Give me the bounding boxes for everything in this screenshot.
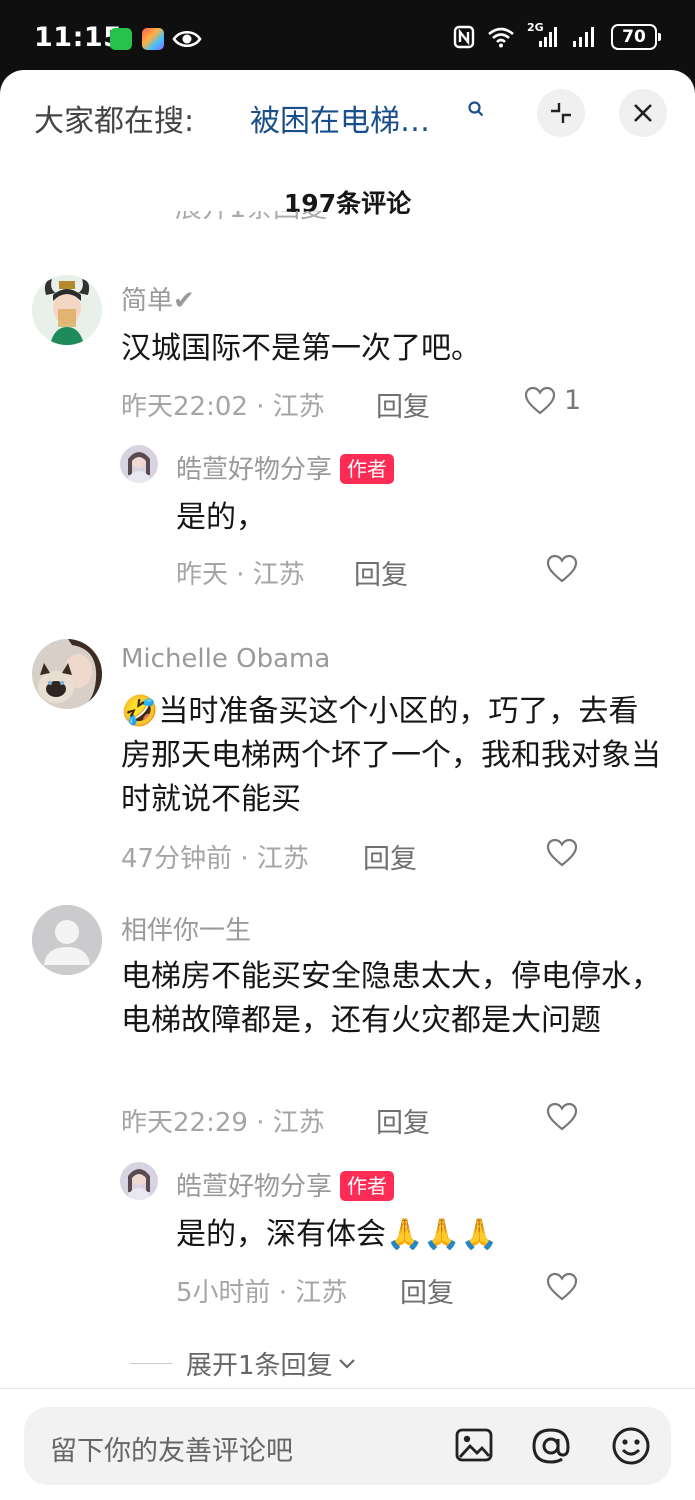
- avatar[interactable]: [32, 275, 102, 345]
- like-button[interactable]: 1: [524, 385, 581, 416]
- expand-replies-button[interactable]: 展开1条回复: [130, 1345, 357, 1382]
- comment-text: 🤣当时准备买这个小区的，巧了，去看房那天电梯两个坏了一个，我和我对象当时就说不能…: [121, 690, 666, 822]
- chevron-down-icon: [338, 1358, 355, 1369]
- battery-indicator: 70: [611, 24, 661, 50]
- avatar-image: [120, 445, 158, 483]
- comment-username[interactable]: 相伴你一生: [121, 910, 251, 947]
- avatar-image: [32, 639, 102, 709]
- search-suggestion-link[interactable]: 被困在电梯…: [250, 96, 430, 140]
- comment-text: 汉城国际不是第一次了吧。: [121, 331, 481, 366]
- avatar-image: [120, 1162, 158, 1200]
- avatar[interactable]: [32, 639, 102, 709]
- reply-username-text: 皓萱好物分享: [176, 455, 333, 485]
- reply-button[interactable]: 回复: [376, 1101, 430, 1140]
- image-icon[interactable]: [454, 1425, 494, 1465]
- like-count: 1: [564, 385, 582, 416]
- collapse-icon: [551, 103, 571, 123]
- comment-time-location: 47分钟前 · 江苏: [121, 844, 309, 874]
- scrolled-expand-label: 展开1条回复: [175, 211, 327, 224]
- reply-text: 是的，深有体会🙏🙏🙏: [176, 1217, 499, 1252]
- signal-icon: [573, 27, 594, 47]
- comment-username[interactable]: Michelle Obama: [121, 644, 330, 674]
- collapse-button[interactable]: [537, 89, 585, 137]
- reply-button[interactable]: 回复: [354, 553, 408, 592]
- comment-time-location: 昨天22:02 · 江苏: [121, 392, 325, 422]
- avatar[interactable]: [120, 445, 158, 483]
- heart-icon[interactable]: [546, 1272, 578, 1302]
- expand-replies-label: 展开1条回复: [186, 1351, 333, 1381]
- search-suggestion-row: 大家都在搜: 被困在电梯…: [0, 70, 695, 160]
- reply-button[interactable]: 回复: [400, 1271, 454, 1310]
- rofl-emoji: 🤣: [121, 694, 159, 729]
- comment-username[interactable]: 简单✔: [121, 280, 195, 317]
- close-button[interactable]: [619, 89, 667, 137]
- comment-input-bar: 留下你的友善评论吧: [0, 1388, 695, 1500]
- wifi-icon: [488, 27, 514, 48]
- comment-input[interactable]: 留下你的友善评论吧: [24, 1407, 671, 1485]
- emoji-icon[interactable]: [610, 1425, 652, 1467]
- comments-sheet: 大家都在搜: 被困在电梯… 197条评论 展开1条回复: [0, 70, 695, 1500]
- heart-icon[interactable]: [546, 554, 578, 584]
- avatar[interactable]: [32, 905, 102, 975]
- reply-username[interactable]: 皓萱好物分享 作者: [176, 1166, 395, 1203]
- eye-icon: [172, 30, 202, 48]
- avatar-image: [32, 275, 102, 345]
- reply-time-location: 5小时前 · 江苏: [176, 1278, 348, 1308]
- reply-username-text: 皓萱好物分享: [176, 1172, 333, 1202]
- comment-time-location: 昨天22:29 · 江苏: [121, 1108, 325, 1138]
- close-icon: [634, 104, 652, 122]
- default-avatar-icon: [32, 905, 102, 975]
- search-prefix-label: 大家都在搜:: [34, 104, 195, 139]
- signal-2g-icon: 2G: [527, 21, 559, 49]
- reply-time-location: 昨天 · 江苏: [176, 560, 305, 590]
- comment-text-body: 当时准备买这个小区的，巧了，去看房那天电梯两个坏了一个，我和我对象当时就说不能买: [121, 694, 661, 817]
- search-icon[interactable]: [467, 100, 485, 118]
- scrolled-expand-replies: 展开1条回复: [175, 211, 327, 231]
- status-bar: 11:15 2G 70: [0, 0, 695, 78]
- heart-icon[interactable]: [546, 838, 578, 868]
- nfc-icon: [453, 25, 475, 49]
- comment-input-placeholder: 留下你的友善评论吧: [50, 1436, 293, 1467]
- heart-icon[interactable]: [546, 1102, 578, 1132]
- reply-button[interactable]: 回复: [363, 837, 417, 876]
- colorful-app-icon: [142, 28, 164, 50]
- mention-icon[interactable]: [530, 1425, 572, 1467]
- reply-button[interactable]: 回复: [376, 385, 430, 424]
- reply-text: 是的，: [176, 500, 266, 535]
- wechat-icon: [110, 28, 132, 50]
- divider-line: [130, 1362, 172, 1365]
- heart-icon: [524, 386, 556, 414]
- status-right: 2G 70: [453, 21, 661, 50]
- author-badge: 作者: [340, 454, 395, 484]
- reply-username[interactable]: 皓萱好物分享 作者: [176, 449, 395, 486]
- comment-text: 电梯房不能买安全隐患太大，停电停水，电梯故障都是，还有火灾都是大问题: [121, 959, 661, 1038]
- comments-count-title: 197条评论: [283, 189, 412, 218]
- author-badge: 作者: [340, 1171, 395, 1201]
- avatar[interactable]: [120, 1162, 158, 1200]
